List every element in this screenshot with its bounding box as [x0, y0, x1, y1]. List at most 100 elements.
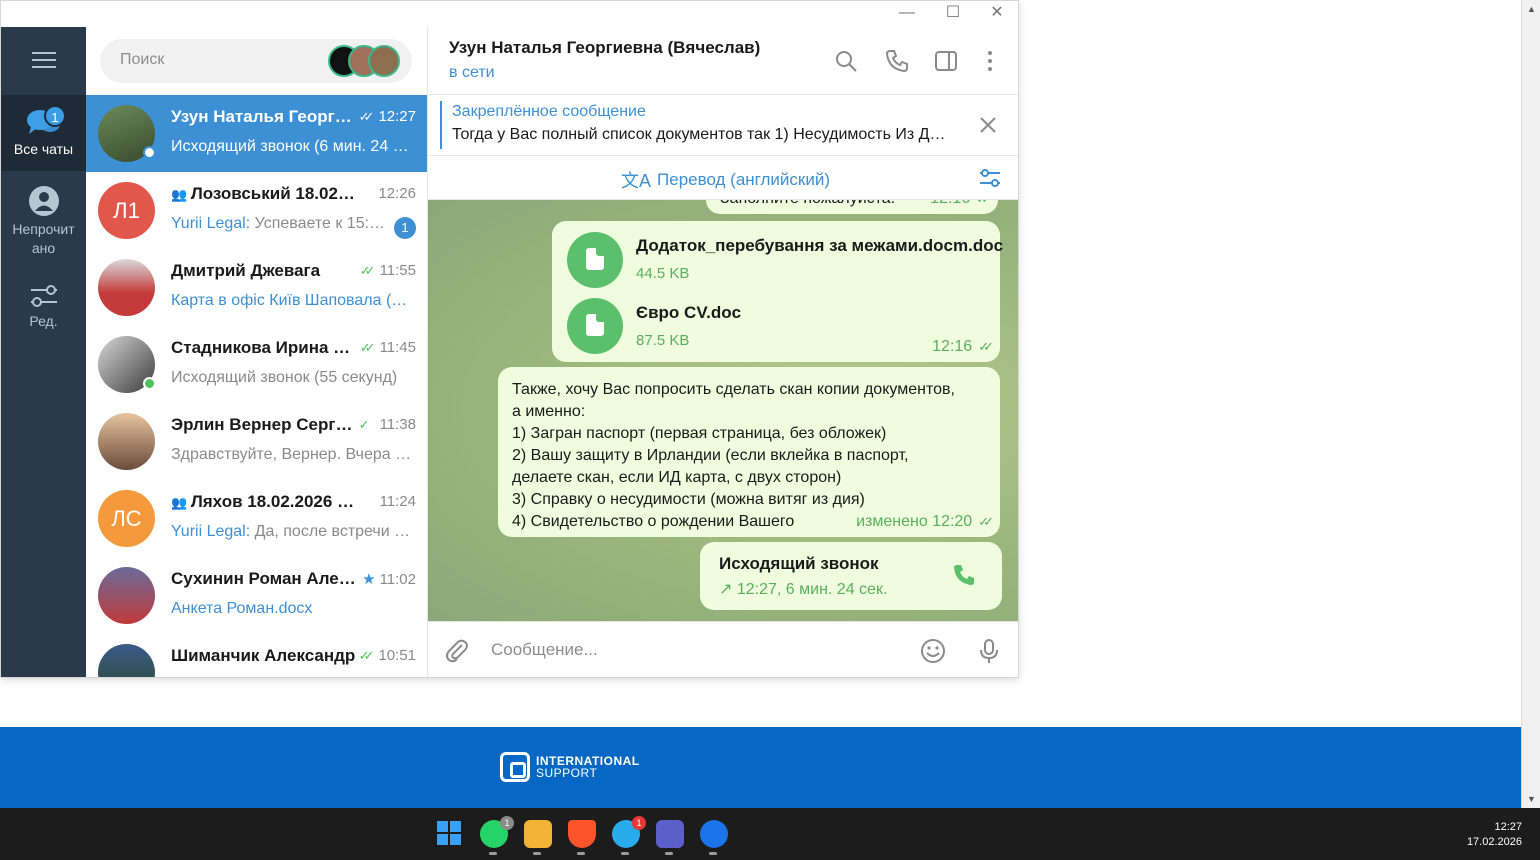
start-button[interactable] — [436, 820, 464, 848]
chat-preview: Yurii Legal: Да, после встречи будет пон… — [171, 523, 416, 541]
teams-icon[interactable] — [656, 820, 684, 848]
chat-row[interactable]: Шиманчик Александр ✓✓ 10:51 — [86, 634, 427, 677]
chat-time-value: 10:51 — [378, 647, 416, 664]
page-scrollbar[interactable]: ▲ ▼ — [1521, 0, 1540, 808]
chat-row[interactable]: Стадникова Ирина Анатолиевна ✓✓11:45 Исх… — [86, 326, 427, 403]
file-name[interactable]: Додаток_перебування за межами.docm.doc — [636, 236, 1003, 256]
chat-row[interactable]: Сухинин Роман Алексеевич ★11:02 Анкета Р… — [86, 557, 427, 634]
file-explorer-icon[interactable] — [524, 820, 552, 848]
chat-time-value: 12:26 — [378, 185, 416, 202]
call-message-bubble[interactable]: Исходящий звонок ↗ 12:27, 6 мин. 24 сек. — [700, 542, 1002, 610]
double-check-icon: ✓✓ — [359, 262, 376, 278]
message-meta: 12:16 ✓✓ — [930, 200, 992, 208]
file-size: 44.5 KB — [636, 265, 690, 282]
chat-time: 12:26 — [378, 185, 416, 202]
international-support-logo: INTERNATIONAL SUPPORT — [500, 752, 640, 782]
chat-row[interactable]: Л1 👥 Лозовський 18.02.2026 12:26 Yurii L… — [86, 172, 427, 249]
chat-row[interactable]: Эрлин Вернер Сергеевич ✓ 11:38 Здравствуй… — [86, 403, 427, 480]
phone-icon[interactable] — [885, 49, 909, 73]
sidebar-toggle-icon[interactable] — [934, 49, 958, 73]
main-menu-button[interactable] — [1, 27, 86, 93]
window-titlebar: — ☐ ✕ — [1, 1, 1018, 27]
attach-icon[interactable] — [444, 638, 470, 664]
all-chats-label: Все чаты — [13, 141, 74, 157]
chat-name: Сухинин Роман Алексеевич — [171, 569, 356, 588]
chat-preview: Здравствуйте, Вернер. Вчера мы отправили — [171, 446, 416, 463]
whatsapp-icon[interactable]: 1 — [480, 816, 514, 848]
brave-browser-icon[interactable] — [568, 820, 596, 848]
message-time: 12:16 — [930, 200, 970, 208]
chat-name: Стадникова Ирина Анатолиевна — [171, 338, 356, 357]
chat-row[interactable]: Дмитрий Джевага ✓✓ 11:55 Карта в офіс Киї… — [86, 249, 427, 326]
call-title: Исходящий звонок — [719, 554, 879, 573]
translate-settings-icon[interactable] — [978, 166, 1002, 190]
avatar: Л1 — [98, 182, 155, 239]
system-clock[interactable]: 12:27 17.02.2026 — [1467, 820, 1522, 850]
pinned-accent-bar — [440, 101, 442, 149]
message-history[interactable]: Заполните пожалуйста. 12:16 ✓✓ Додаток_пе… — [428, 200, 1018, 621]
pinned-title: Закреплённое сообщение — [452, 103, 646, 120]
call-back-icon[interactable] — [952, 563, 976, 587]
chat-name: Шиманчик Александр — [171, 646, 356, 665]
folder-edit[interactable]: Ред. — [1, 275, 86, 341]
preview-text: Да, после встречи будет понятно — [254, 523, 416, 540]
message-bubble-partial[interactable]: Заполните пожалуйста. 12:16 ✓✓ — [706, 200, 998, 214]
running-indicator — [533, 852, 541, 855]
chat-title[interactable]: Узун Наталья Георгиевна (Вячеслав) — [449, 38, 760, 58]
file-name[interactable]: Євро CV.doc — [636, 303, 741, 323]
more-vertical-icon[interactable] — [978, 49, 1002, 73]
double-check-icon: ✓✓ — [978, 514, 994, 529]
search-icon[interactable] — [834, 49, 858, 73]
files-message-bubble[interactable]: Додаток_перебування за межами.docm.doc 4… — [552, 221, 1003, 362]
chat-time: ✓✓ 10:51 — [359, 647, 416, 664]
avatar — [98, 644, 155, 677]
translate-button[interactable]: 文A Перевод (английский) — [621, 167, 830, 193]
scroll-down-icon[interactable]: ▼ — [1527, 794, 1536, 804]
document-icon[interactable] — [567, 298, 623, 354]
clock-date: 17.02.2026 — [1466, 836, 1522, 848]
pinned-text: Тогда у Вас полный список документов так… — [452, 126, 952, 143]
avatar — [98, 259, 155, 316]
chat-time-value: 11:38 — [379, 416, 416, 433]
chat-name-text: Лозовський 18.02.2026 — [190, 184, 356, 203]
chat-row[interactable]: Узун Наталья Георгиевна (Вячеслав) ✓✓12:… — [86, 95, 427, 172]
chat-preview: Yurii Legal: Успеваете к 15:00? — [171, 215, 386, 233]
scroll-up-icon[interactable]: ▲ — [1527, 4, 1536, 14]
telegram-icon[interactable]: 1 — [612, 816, 646, 848]
message-meta: 12:16 ✓✓ — [932, 338, 994, 356]
search-box[interactable] — [100, 39, 412, 83]
stories-strip[interactable] — [328, 45, 402, 77]
document-icon[interactable] — [567, 232, 623, 288]
maximize-button[interactable]: ☐ — [930, 1, 976, 27]
phone-app-icon[interactable] — [700, 820, 728, 848]
running-indicator — [665, 852, 673, 855]
preview-sender: Yurii Legal: — [171, 215, 251, 232]
chat-time: ✓✓ 12:27 — [359, 108, 416, 125]
chat-status: в сети — [449, 64, 495, 81]
double-check-icon: ✓✓ — [358, 647, 375, 663]
minimize-button[interactable]: — — [884, 1, 930, 27]
double-check-icon: ✓✓ — [359, 339, 376, 355]
user-icon — [28, 186, 59, 216]
emoji-icon[interactable] — [920, 638, 946, 664]
chat-time-value: 11:02 — [379, 570, 416, 588]
chat-time: ✓ 11:38 — [359, 416, 416, 433]
folder-all-chats[interactable]: 1 Все чаты — [1, 95, 86, 171]
pinned-message-bar[interactable]: Закреплённое сообщение Тогда у Вас полны… — [428, 95, 1018, 156]
close-icon[interactable] — [976, 113, 1000, 137]
chat-time: ✓✓ 11:45 — [360, 339, 416, 356]
microphone-icon[interactable] — [976, 638, 1002, 664]
site-footer-banner — [0, 727, 1521, 808]
translate-icon: 文A — [621, 171, 652, 191]
running-indicator — [709, 852, 717, 855]
message-input[interactable] — [491, 640, 891, 660]
folder-unread[interactable]: Непрочит ано — [1, 177, 86, 263]
text-message-bubble[interactable]: Также, хочу Вас попросить сделать скан к… — [498, 367, 1000, 537]
chat-name-text: Ляхов 18.02.2026 Суд — [190, 492, 356, 511]
chat-row[interactable]: ЛС 👥 Ляхов 18.02.2026 Суд 11:24 Yurii Le… — [86, 480, 427, 557]
unread-label-1: Непрочит — [12, 221, 75, 237]
search-input[interactable] — [120, 51, 320, 69]
story-avatar[interactable] — [368, 45, 400, 77]
chat-name: 👥 Ляхов 18.02.2026 Суд — [171, 492, 356, 512]
close-window-button[interactable]: ✕ — [974, 1, 1018, 27]
